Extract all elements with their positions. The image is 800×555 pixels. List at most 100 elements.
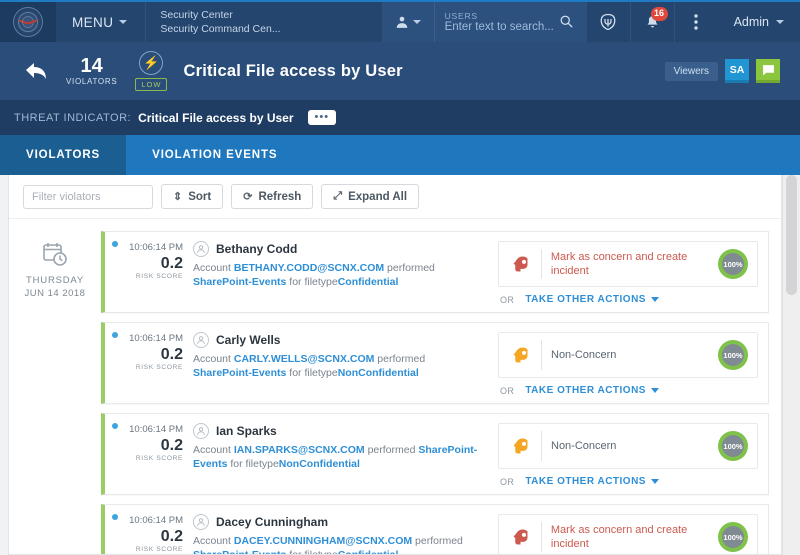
table-row[interactable]: 10:06:14 PM 0.2 RISK SCORE bbox=[101, 504, 769, 554]
admin-menu[interactable]: Admin bbox=[718, 2, 800, 42]
sort-button[interactable]: ⇕ Sort bbox=[161, 184, 224, 209]
severity-block: ⚡ LOW bbox=[131, 51, 183, 91]
lightning-bolt-icon: ⚡ bbox=[139, 51, 164, 75]
security-analytics-button[interactable]: SA bbox=[725, 59, 749, 83]
search-icon[interactable] bbox=[559, 14, 574, 34]
take-other-actions-label: TAKE OTHER ACTIONS bbox=[525, 294, 646, 305]
filetype-link[interactable]: NonConfidential bbox=[279, 458, 360, 470]
desc-mid2: for filetype bbox=[286, 549, 337, 554]
refresh-label: Refresh bbox=[258, 190, 302, 203]
risk-score-value: 0.2 bbox=[160, 437, 183, 454]
violators-list-scroll[interactable]: THURSDAY JUN 14 2018 10:06:14 PM 0.2 RIS… bbox=[9, 219, 781, 554]
notification-badge: 16 bbox=[650, 7, 668, 21]
take-other-actions-button[interactable]: TAKE OTHER ACTIONS bbox=[525, 294, 659, 305]
menu-label: MENU bbox=[72, 14, 114, 30]
violation-description: Account DACEY.CUNNINGHAM@SCNX.COM perfor… bbox=[193, 534, 482, 554]
desc-mid: performed bbox=[412, 535, 463, 547]
event-time: 10:06:14 PM bbox=[129, 333, 183, 344]
filter-violators-input[interactable] bbox=[23, 184, 153, 209]
violator-summary: 10:06:14 PM 0.2 RISK SCORE bbox=[105, 323, 490, 403]
shield-button[interactable] bbox=[585, 2, 630, 42]
expand-icon: ⤢ bbox=[333, 190, 343, 202]
account-link[interactable]: BETHANY.CODD@SCNX.COM bbox=[234, 262, 384, 274]
violators-count-block: 14 VIOLATORS bbox=[58, 56, 131, 87]
desc-mid2: for filetype bbox=[227, 458, 279, 470]
take-other-actions-button[interactable]: TAKE OTHER ACTIONS bbox=[525, 476, 659, 487]
action-card-concern[interactable]: Mark as concern and create incident 100% bbox=[498, 241, 758, 287]
head-concern-icon bbox=[508, 254, 532, 275]
table-row[interactable]: 10:06:14 PM 0.2 RISK SCORE bbox=[101, 322, 769, 404]
avatar bbox=[193, 514, 209, 530]
filetype-link[interactable]: Confidential bbox=[338, 276, 399, 288]
notifications-button[interactable]: 16 bbox=[629, 2, 674, 42]
page-scrollbar[interactable] bbox=[782, 175, 800, 555]
refresh-button[interactable]: ⟳ Refresh bbox=[231, 184, 314, 209]
card-divider bbox=[541, 431, 542, 461]
threat-indicator-more-button[interactable]: ••• bbox=[307, 110, 337, 125]
tab-violators[interactable]: VIOLATORS bbox=[0, 135, 127, 175]
table-row[interactable]: 10:06:14 PM 0.2 RISK SCORE bbox=[101, 231, 769, 313]
desc-prefix: Account bbox=[193, 535, 234, 547]
day-column: THURSDAY JUN 14 2018 bbox=[9, 231, 101, 554]
confidence-value: 100% bbox=[722, 344, 744, 366]
account-link[interactable]: IAN.SPARKS@SCNX.COM bbox=[234, 444, 365, 456]
desc-mid: performed bbox=[364, 444, 419, 456]
search-input[interactable] bbox=[444, 21, 555, 33]
event-time: 10:06:14 PM bbox=[129, 515, 183, 526]
confidence-donut: 100% bbox=[718, 522, 748, 552]
filetype-link[interactable]: NonConfidential bbox=[338, 367, 419, 379]
expand-all-button[interactable]: ⤢ Expand All bbox=[321, 184, 420, 209]
desc-prefix: Account bbox=[193, 353, 234, 365]
page-subheader: 14 VIOLATORS ⚡ LOW Critical File access … bbox=[0, 42, 800, 100]
table-row[interactable]: 10:06:14 PM 0.2 RISK SCORE bbox=[101, 413, 769, 495]
event-link[interactable]: SharePoint-Events bbox=[193, 276, 286, 288]
back-arrow-icon bbox=[26, 63, 46, 79]
chat-button[interactable] bbox=[756, 59, 780, 83]
event-link[interactable]: SharePoint-Events bbox=[193, 549, 286, 554]
refresh-icon: ⟳ bbox=[243, 191, 253, 203]
action-card-nonconcern[interactable]: Non-Concern 100% bbox=[498, 332, 758, 378]
tab-bar: VIOLATORS VIOLATION EVENTS bbox=[0, 135, 800, 175]
sort-label: Sort bbox=[188, 190, 212, 203]
head-nonconcern-icon bbox=[508, 345, 532, 366]
action-card-concern[interactable]: Mark as concern and create incident 100% bbox=[498, 514, 758, 554]
back-button[interactable] bbox=[14, 60, 58, 82]
time-score-column: 10:06:14 PM 0.2 RISK SCORE bbox=[105, 332, 193, 394]
event-time: 10:06:14 PM bbox=[129, 424, 183, 435]
overflow-menu-button[interactable] bbox=[673, 2, 718, 42]
risk-score-label: RISK SCORE bbox=[135, 546, 183, 553]
search-box[interactable]: USERS bbox=[433, 2, 586, 42]
recommended-action-panel: Non-Concern 100% OR TAKE OTHER ACTIONS bbox=[490, 414, 768, 494]
risk-score-value: 0.2 bbox=[160, 528, 183, 545]
take-other-actions-button[interactable]: TAKE OTHER ACTIONS bbox=[525, 385, 659, 396]
chevron-down-icon bbox=[119, 20, 128, 24]
chevron-down-icon bbox=[650, 388, 659, 393]
violators-toolbar: ⇕ Sort ⟳ Refresh ⤢ Expand All bbox=[9, 175, 781, 219]
action-card-nonconcern[interactable]: Non-Concern 100% bbox=[498, 423, 758, 469]
menu-button[interactable]: MENU bbox=[56, 2, 147, 42]
violator-name: Ian Sparks bbox=[216, 424, 277, 438]
event-link[interactable]: SharePoint-Events bbox=[193, 367, 286, 379]
card-divider bbox=[541, 340, 542, 370]
violator-rows: 10:06:14 PM 0.2 RISK SCORE Bethany Codd … bbox=[101, 231, 781, 554]
content-area: ⇕ Sort ⟳ Refresh ⤢ Expand All bbox=[0, 175, 800, 555]
violator-summary: 10:06:14 PM 0.2 RISK SCORE bbox=[105, 414, 490, 494]
scrollbar-thumb[interactable] bbox=[786, 175, 797, 295]
confidence-value: 100% bbox=[722, 435, 744, 457]
filetype-link[interactable]: Confidential bbox=[338, 549, 399, 554]
account-link[interactable]: CARLY.WELLS@SCNX.COM bbox=[234, 353, 375, 365]
action-label: Mark as concern and create incident bbox=[550, 251, 688, 277]
violator-info: Ian Sparks Account IAN.SPARKS@SCNX.COM p… bbox=[193, 423, 490, 485]
calendar-clock-icon bbox=[9, 241, 101, 267]
app-logo[interactable] bbox=[0, 2, 56, 42]
radar-logo-icon bbox=[13, 7, 43, 37]
account-link[interactable]: DACEY.CUNNINGHAM@SCNX.COM bbox=[234, 535, 412, 547]
violators-count-label: VIOLATORS bbox=[66, 77, 118, 86]
day-group: THURSDAY JUN 14 2018 10:06:14 PM 0.2 RIS… bbox=[9, 219, 781, 554]
viewers-tag[interactable]: Viewers bbox=[664, 61, 718, 81]
tab-violation-events[interactable]: VIOLATION EVENTS bbox=[126, 135, 303, 175]
breadcrumb[interactable]: Security Center Security Command Cen... bbox=[146, 2, 280, 42]
user-scope-selector[interactable] bbox=[381, 2, 434, 42]
alternate-action-row: OR TAKE OTHER ACTIONS bbox=[498, 378, 758, 396]
